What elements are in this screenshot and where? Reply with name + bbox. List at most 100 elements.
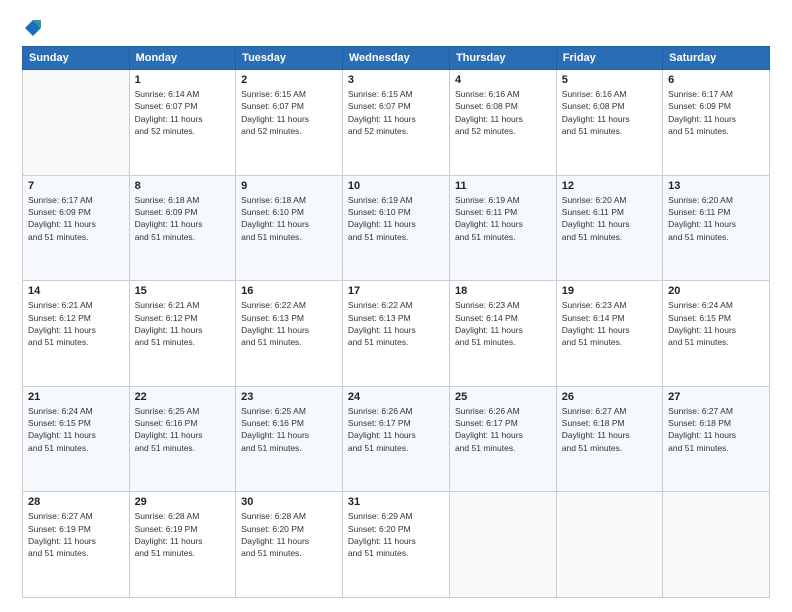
calendar-cell: 16Sunrise: 6:22 AMSunset: 6:13 PMDayligh… [236, 281, 343, 387]
calendar-cell: 10 Sunrise: 6:19 AMSunset: 6:10 PMDayligh… [342, 175, 449, 281]
day-number: 10 [348, 180, 444, 192]
weekday-header-monday: Monday [129, 47, 236, 70]
day-number: 20 [668, 285, 764, 297]
day-number: 17 [348, 285, 444, 297]
day-number: 26 [562, 391, 657, 403]
calendar-cell: 24 Sunrise: 6:26 AMSunset: 6:17 PMDayligh… [342, 386, 449, 492]
day-number: 25 [455, 391, 551, 403]
day-info: Sunrise: 6:16 AMSunset: 6:08 PMDaylight:… [562, 88, 657, 137]
calendar-cell: 5 Sunrise: 6:16 AMSunset: 6:08 PMDaylight… [556, 70, 662, 176]
day-info: Sunrise: 6:15 AMSunset: 6:07 PMDaylight:… [348, 88, 444, 137]
calendar-cell: 15 Sunrise: 6:21 AMSunset: 6:12 PMDayligh… [129, 281, 236, 387]
day-number: 30 [241, 496, 337, 508]
day-number: 22 [135, 391, 231, 403]
logo-icon [23, 18, 43, 38]
calendar-cell: 17Sunrise: 6:22 AMSunset: 6:13 PMDayligh… [342, 281, 449, 387]
day-number: 14 [28, 285, 124, 297]
calendar-week-row: 1Sunrise: 6:14 AMSunset: 6:07 PMDaylight… [23, 70, 770, 176]
calendar-cell: 12 Sunrise: 6:20 AMSunset: 6:11 PMDayligh… [556, 175, 662, 281]
day-info: Sunrise: 6:27 AMSunset: 6:18 PMDaylight:… [668, 405, 764, 454]
day-number: 4 [455, 74, 551, 86]
day-info: Sunrise: 6:15 AMSunset: 6:07 PMDaylight:… [241, 88, 337, 137]
day-info: Sunrise: 6:17 AMSunset: 6:09 PMDaylight:… [28, 194, 124, 243]
day-number: 31 [348, 496, 444, 508]
day-info: Sunrise: 6:28 AMSunset: 6:19 PMDaylight:… [135, 510, 231, 559]
day-info: Sunrise: 6:20 AMSunset: 6:11 PMDaylight:… [562, 194, 657, 243]
weekday-header-thursday: Thursday [449, 47, 556, 70]
day-info: Sunrise: 6:19 AMSunset: 6:11 PMDaylight:… [455, 194, 551, 243]
calendar-week-row: 14 Sunrise: 6:21 AMSunset: 6:12 PMDayligh… [23, 281, 770, 387]
calendar-cell: 8Sunrise: 6:18 AMSunset: 6:09 PMDaylight… [129, 175, 236, 281]
calendar-week-row: 7 Sunrise: 6:17 AMSunset: 6:09 PMDaylight… [23, 175, 770, 281]
day-number: 24 [348, 391, 444, 403]
day-info: Sunrise: 6:28 AMSunset: 6:20 PMDaylight:… [241, 510, 337, 559]
day-info: Sunrise: 6:23 AMSunset: 6:14 PMDaylight:… [455, 299, 551, 348]
day-info: Sunrise: 6:16 AMSunset: 6:08 PMDaylight:… [455, 88, 551, 137]
calendar-cell: 3 Sunrise: 6:15 AMSunset: 6:07 PMDaylight… [342, 70, 449, 176]
calendar-cell: 11 Sunrise: 6:19 AMSunset: 6:11 PMDayligh… [449, 175, 556, 281]
day-number: 7 [28, 180, 124, 192]
day-info: Sunrise: 6:24 AMSunset: 6:15 PMDaylight:… [668, 299, 764, 348]
day-number: 18 [455, 285, 551, 297]
calendar-cell: 30 Sunrise: 6:28 AMSunset: 6:20 PMDayligh… [236, 492, 343, 598]
day-info: Sunrise: 6:23 AMSunset: 6:14 PMDaylight:… [562, 299, 657, 348]
day-info: Sunrise: 6:27 AMSunset: 6:18 PMDaylight:… [562, 405, 657, 454]
calendar-cell: 18 Sunrise: 6:23 AMSunset: 6:14 PMDayligh… [449, 281, 556, 387]
day-info: Sunrise: 6:21 AMSunset: 6:12 PMDaylight:… [28, 299, 124, 348]
calendar-week-row: 28Sunrise: 6:27 AMSunset: 6:19 PMDayligh… [23, 492, 770, 598]
weekday-header-sunday: Sunday [23, 47, 130, 70]
calendar-cell [23, 70, 130, 176]
logo [22, 18, 44, 38]
day-number: 27 [668, 391, 764, 403]
calendar-cell [449, 492, 556, 598]
day-number: 2 [241, 74, 337, 86]
calendar-week-row: 21 Sunrise: 6:24 AMSunset: 6:15 PMDayligh… [23, 386, 770, 492]
calendar-cell [556, 492, 662, 598]
day-number: 29 [135, 496, 231, 508]
day-number: 6 [668, 74, 764, 86]
day-number: 11 [455, 180, 551, 192]
day-number: 5 [562, 74, 657, 86]
day-info: Sunrise: 6:27 AMSunset: 6:19 PMDaylight:… [28, 510, 124, 559]
day-info: Sunrise: 6:18 AMSunset: 6:10 PMDaylight:… [241, 194, 337, 243]
calendar-cell: 27 Sunrise: 6:27 AMSunset: 6:18 PMDayligh… [663, 386, 770, 492]
calendar-cell: 21 Sunrise: 6:24 AMSunset: 6:15 PMDayligh… [23, 386, 130, 492]
day-info: Sunrise: 6:25 AMSunset: 6:16 PMDaylight:… [135, 405, 231, 454]
calendar-cell: 6 Sunrise: 6:17 AMSunset: 6:09 PMDaylight… [663, 70, 770, 176]
calendar-page: SundayMondayTuesdayWednesdayThursdayFrid… [0, 0, 792, 612]
calendar-cell: 19 Sunrise: 6:23 AMSunset: 6:14 PMDayligh… [556, 281, 662, 387]
calendar-cell: 23Sunrise: 6:25 AMSunset: 6:16 PMDayligh… [236, 386, 343, 492]
logo-area [22, 18, 44, 38]
day-number: 15 [135, 285, 231, 297]
day-number: 9 [241, 180, 337, 192]
day-number: 12 [562, 180, 657, 192]
calendar-cell: 7 Sunrise: 6:17 AMSunset: 6:09 PMDaylight… [23, 175, 130, 281]
day-info: Sunrise: 6:14 AMSunset: 6:07 PMDaylight:… [135, 88, 231, 137]
weekday-header-wednesday: Wednesday [342, 47, 449, 70]
calendar-cell: 29 Sunrise: 6:28 AMSunset: 6:19 PMDayligh… [129, 492, 236, 598]
calendar-cell: 28Sunrise: 6:27 AMSunset: 6:19 PMDayligh… [23, 492, 130, 598]
calendar-cell: 13 Sunrise: 6:20 AMSunset: 6:11 PMDayligh… [663, 175, 770, 281]
day-info: Sunrise: 6:17 AMSunset: 6:09 PMDaylight:… [668, 88, 764, 137]
day-number: 19 [562, 285, 657, 297]
calendar-cell: 25 Sunrise: 6:26 AMSunset: 6:17 PMDayligh… [449, 386, 556, 492]
weekday-header-tuesday: Tuesday [236, 47, 343, 70]
weekday-header-saturday: Saturday [663, 47, 770, 70]
day-info: Sunrise: 6:26 AMSunset: 6:17 PMDaylight:… [348, 405, 444, 454]
calendar-cell [663, 492, 770, 598]
day-number: 16 [241, 285, 337, 297]
day-number: 8 [135, 180, 231, 192]
day-number: 13 [668, 180, 764, 192]
day-number: 23 [241, 391, 337, 403]
day-info: Sunrise: 6:21 AMSunset: 6:12 PMDaylight:… [135, 299, 231, 348]
day-number: 21 [28, 391, 124, 403]
day-info: Sunrise: 6:19 AMSunset: 6:10 PMDaylight:… [348, 194, 444, 243]
day-info: Sunrise: 6:20 AMSunset: 6:11 PMDaylight:… [668, 194, 764, 243]
calendar-table: SundayMondayTuesdayWednesdayThursdayFrid… [22, 46, 770, 598]
day-number: 3 [348, 74, 444, 86]
day-info: Sunrise: 6:24 AMSunset: 6:15 PMDaylight:… [28, 405, 124, 454]
weekday-header-friday: Friday [556, 47, 662, 70]
day-info: Sunrise: 6:26 AMSunset: 6:17 PMDaylight:… [455, 405, 551, 454]
calendar-cell: 26 Sunrise: 6:27 AMSunset: 6:18 PMDayligh… [556, 386, 662, 492]
calendar-cell: 4 Sunrise: 6:16 AMSunset: 6:08 PMDaylight… [449, 70, 556, 176]
